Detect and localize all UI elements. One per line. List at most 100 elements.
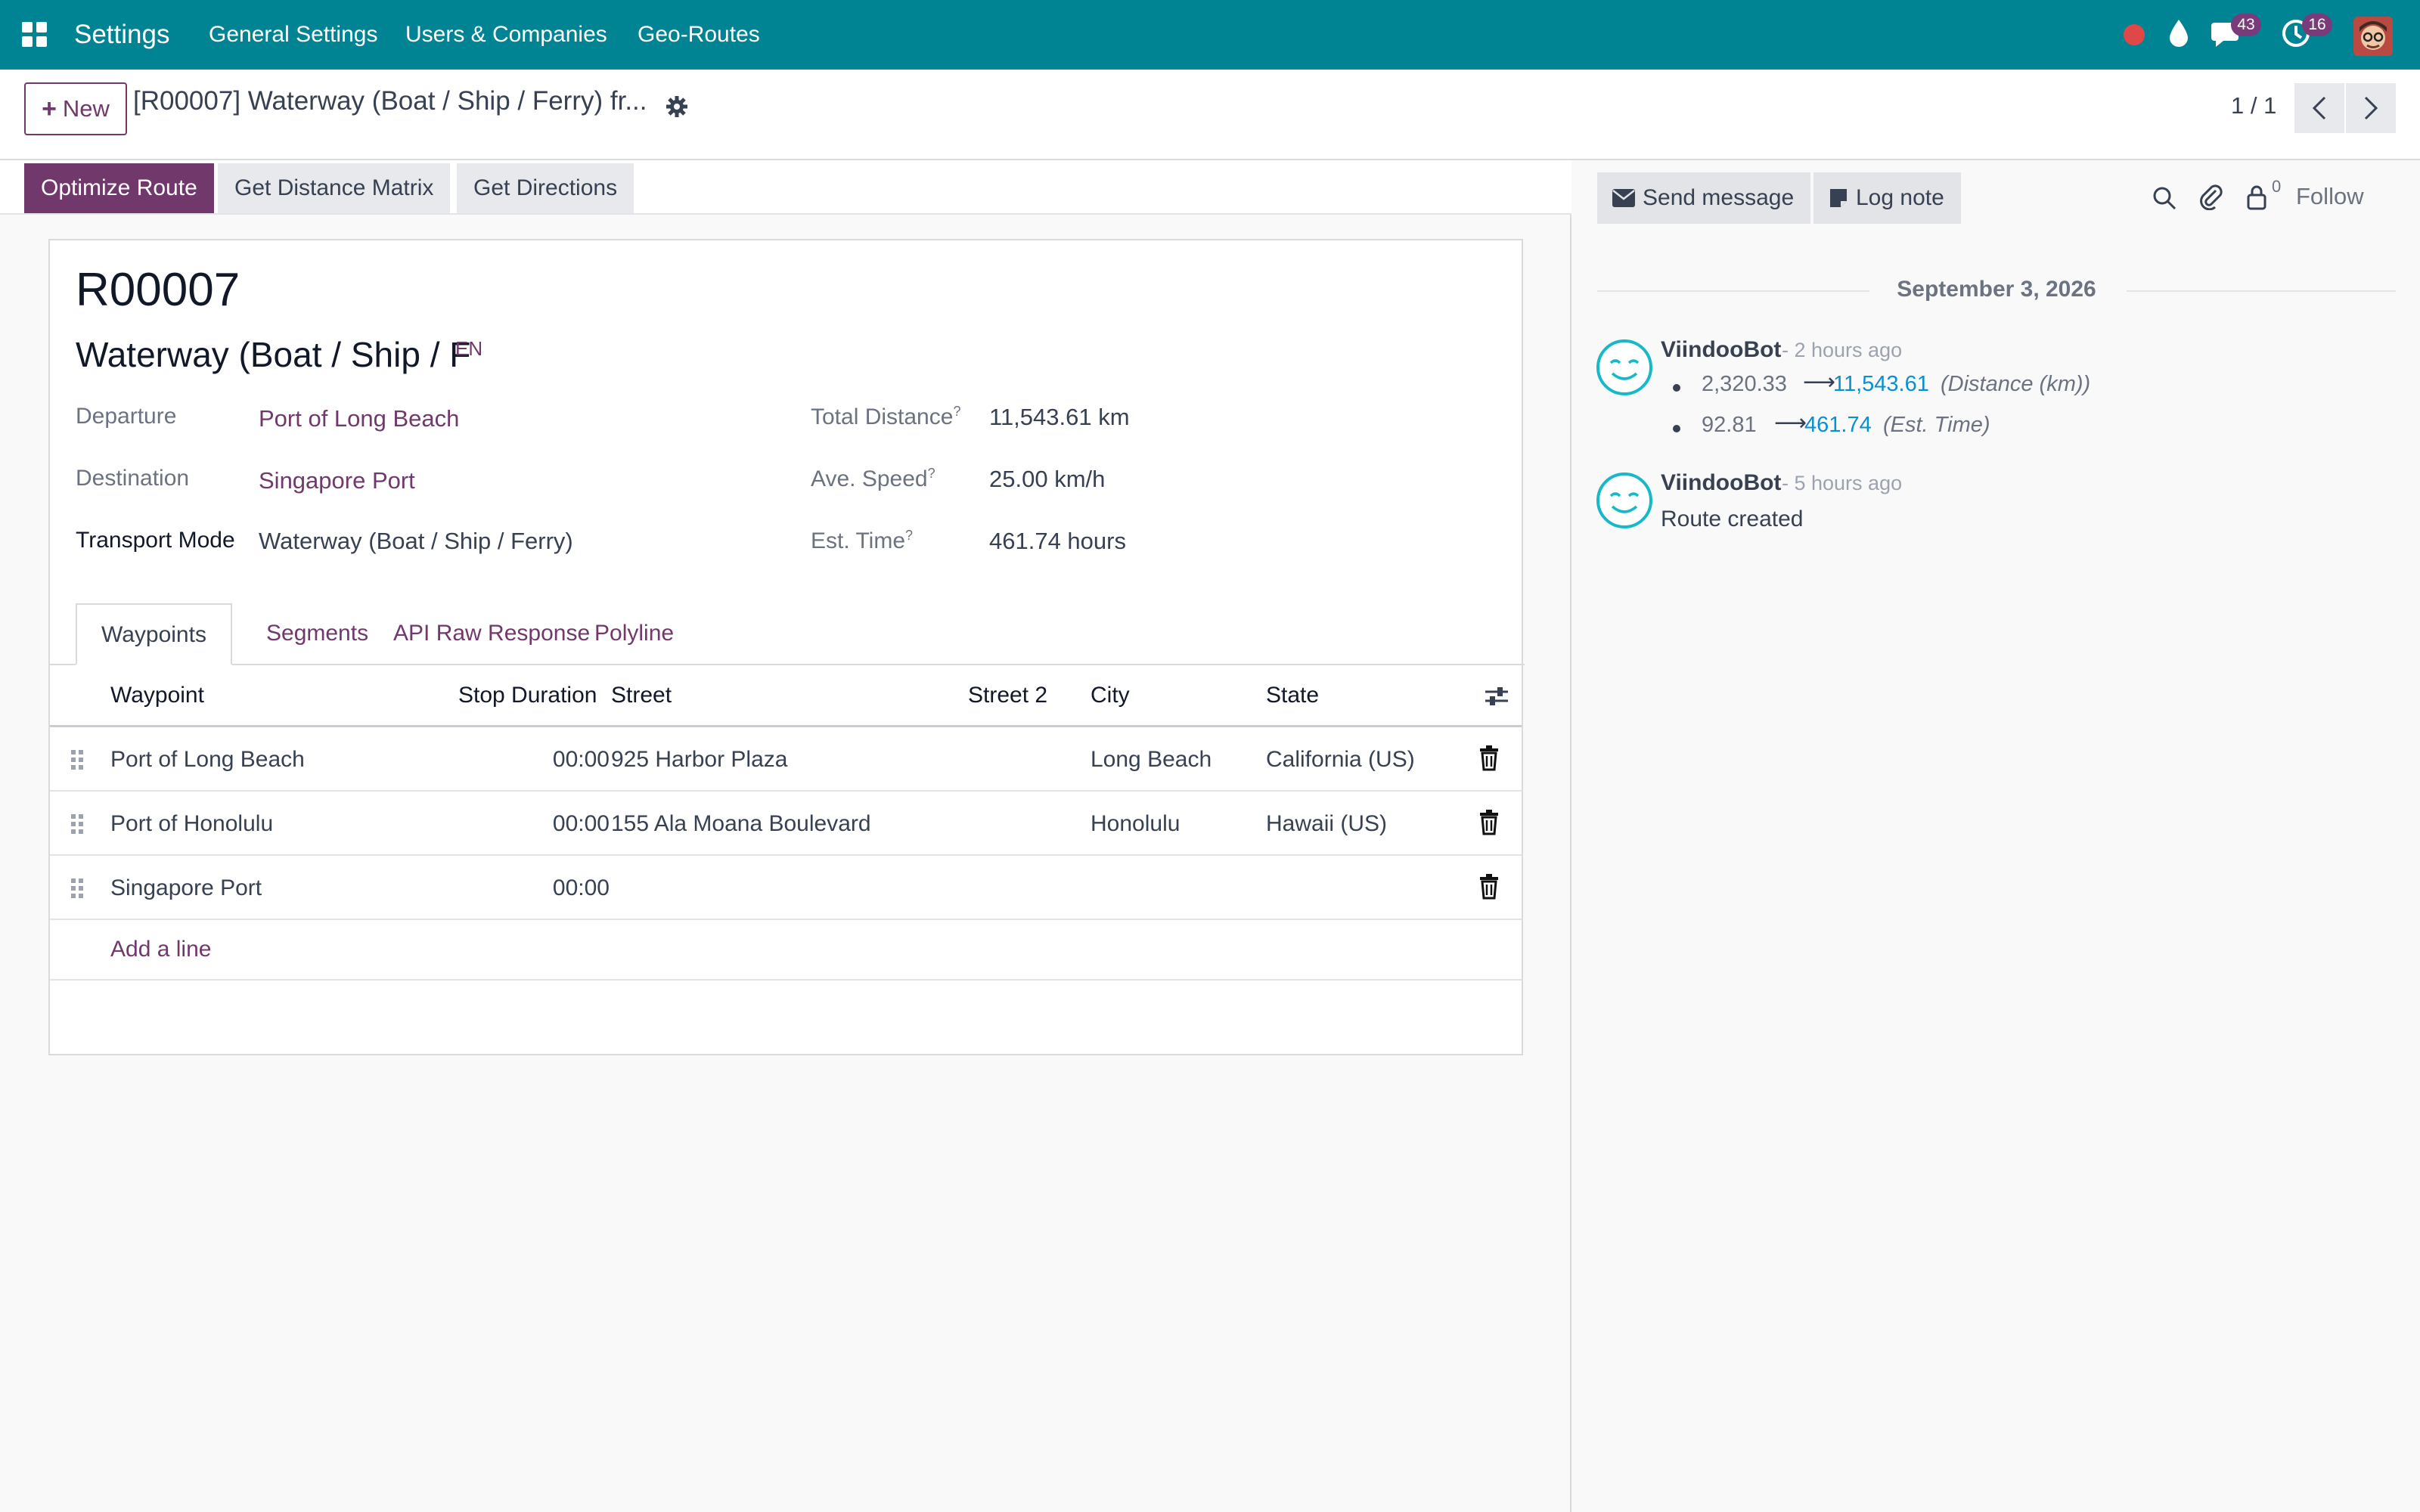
transport-mode-label: Transport Mode <box>76 528 235 553</box>
language-tag[interactable]: EN <box>455 337 482 361</box>
record-title-field[interactable]: Waterway (Boat / Ship / F <box>76 334 470 375</box>
send-message-label: Send message <box>1643 185 1795 210</box>
drag-handle-icon[interactable] <box>70 813 85 835</box>
note-icon <box>1830 189 1847 207</box>
table-row[interactable]: Port of Long Beach 00:00 925 Harbor Plaz… <box>50 727 1522 792</box>
date-separator: September 3, 2026 <box>1597 274 2396 307</box>
change-old-value: 2,320.33 <box>1702 372 1787 396</box>
total-distance-value: 11,543.61 km <box>989 404 1130 430</box>
cell-state[interactable]: Hawaii (US) <box>1266 792 1387 856</box>
drop-icon[interactable] <box>2167 18 2190 52</box>
drag-handle-icon[interactable] <box>70 877 85 900</box>
table-row[interactable]: Port of Honolulu 00:00 155 Ala Moana Bou… <box>50 792 1522 856</box>
destination-label: Destination <box>76 466 190 491</box>
trash-icon[interactable] <box>1479 874 1499 900</box>
column-state[interactable]: State <box>1266 665 1319 726</box>
chatter: Send message Log note 0 Follow September… <box>1573 160 2420 1512</box>
ave-speed-value[interactable]: 25.00 km/h <box>989 466 1105 493</box>
chevron-left-icon <box>2312 96 2326 120</box>
change-new-value: 11,543.61 <box>1833 372 1929 396</box>
trash-icon[interactable] <box>1479 810 1499 835</box>
get-distance-matrix-button[interactable]: Get Distance Matrix <box>218 163 451 213</box>
pager-previous-button[interactable] <box>2294 83 2344 133</box>
bot-avatar <box>1596 472 1652 528</box>
change-new-value: 461.74 <box>1804 413 1872 437</box>
chevron-right-icon <box>2364 96 2378 120</box>
form-statusbar: Optimize Route Get Distance Matrix Get D… <box>0 160 1571 215</box>
menu-geo-routes[interactable]: Geo-Routes <box>638 0 760 70</box>
trash-icon[interactable] <box>1479 745 1499 771</box>
cell-stop-duration[interactable]: 00:00 <box>519 856 610 920</box>
plus-icon: + <box>42 94 57 123</box>
tab-waypoints[interactable]: Waypoints <box>76 603 232 665</box>
paperclip-icon[interactable] <box>2199 183 2223 214</box>
cell-stop-duration[interactable]: 00:00 <box>519 727 610 792</box>
column-city[interactable]: City <box>1091 665 1130 726</box>
list-bullet <box>1673 425 1680 432</box>
message-author[interactable]: ViindooBot <box>1661 337 1781 363</box>
message-body: Route created <box>1661 507 1804 531</box>
cell-city[interactable]: Honolulu <box>1091 792 1180 856</box>
envelope-icon <box>1612 189 1635 207</box>
send-message-button[interactable]: Send message <box>1597 172 1811 224</box>
arrow-right-icon: ⟶ <box>1774 411 1807 435</box>
user-avatar[interactable] <box>2353 17 2393 56</box>
column-stop-duration[interactable]: Stop Duration <box>458 665 597 726</box>
add-a-line-link[interactable]: Add a line <box>110 920 211 979</box>
change-field-name: (Distance (km)) <box>1941 372 2091 396</box>
control-panel: + New [R00007] Waterway (Boat / Ship / F… <box>0 70 2420 160</box>
message-author[interactable]: ViindooBot <box>1661 470 1781 496</box>
recording-dot-icon[interactable] <box>2124 24 2145 45</box>
pager-value[interactable]: 1 / 1 <box>2231 92 2276 119</box>
follow-button[interactable]: Follow <box>2296 183 2364 210</box>
new-button[interactable]: + New <box>24 82 127 135</box>
optimize-route-button[interactable]: Optimize Route <box>24 163 214 213</box>
change-field-name: (Est. Time) <box>1883 413 1990 437</box>
message-timestamp: - 5 hours ago <box>1782 472 1903 494</box>
column-street[interactable]: Street <box>611 665 672 726</box>
date-separator-label: September 3, 2026 <box>1897 277 2096 302</box>
pager-next-button[interactable] <box>2346 83 2396 133</box>
cell-city[interactable]: Long Beach <box>1091 727 1212 792</box>
new-button-label: New <box>62 95 110 122</box>
form-sheet: R00007 Waterway (Boat / Ship / F EN Depa… <box>48 239 1525 1055</box>
search-icon[interactable] <box>2152 186 2176 214</box>
menu-users-companies[interactable]: Users & Companies <box>405 0 607 70</box>
top-navbar: Settings General Settings Users & Compan… <box>0 0 2420 70</box>
total-distance-label: Total Distance? <box>811 404 961 429</box>
log-note-button[interactable]: Log note <box>1813 172 1961 224</box>
app-menu-icon[interactable] <box>21 21 48 48</box>
breadcrumb-title: [R00007] Waterway (Boat / Ship / Ferry) … <box>133 86 647 116</box>
followers-lock-icon[interactable] <box>2246 184 2267 214</box>
table-row[interactable]: Singapore Port 00:00 <box>50 856 1522 920</box>
est-time-value: 461.74 hours <box>989 528 1126 554</box>
menu-general-settings[interactable]: General Settings <box>209 0 377 70</box>
optional-columns-icon[interactable] <box>1484 685 1509 711</box>
cell-state[interactable]: California (US) <box>1266 727 1415 792</box>
cell-waypoint[interactable]: Port of Long Beach <box>110 727 305 792</box>
departure-value[interactable]: Port of Long Beach <box>259 405 459 432</box>
cell-street[interactable]: 155 Ala Moana Boulevard <box>611 792 871 856</box>
column-waypoint[interactable]: Waypoint <box>110 665 204 726</box>
cell-street[interactable]: 925 Harbor Plaza <box>611 727 787 792</box>
gear-icon[interactable] <box>666 95 688 122</box>
app-title[interactable]: Settings <box>74 0 169 70</box>
change-old-value: 92.81 <box>1702 413 1757 437</box>
departure-label: Departure <box>76 404 177 429</box>
column-street-2[interactable]: Street 2 <box>968 665 1047 726</box>
cell-waypoint[interactable]: Singapore Port <box>110 856 262 920</box>
log-note-label: Log note <box>1856 185 1944 210</box>
drag-handle-icon[interactable] <box>70 748 85 771</box>
cell-waypoint[interactable]: Port of Honolulu <box>110 792 273 856</box>
est-time-label: Est. Time? <box>811 528 914 553</box>
list-bullet <box>1673 384 1680 392</box>
destination-value[interactable]: Singapore Port <box>259 467 415 494</box>
cell-stop-duration[interactable]: 00:00 <box>519 792 610 856</box>
arrow-right-icon: ⟶ <box>1803 370 1836 395</box>
get-directions-button[interactable]: Get Directions <box>457 163 634 213</box>
transport-mode-value[interactable]: Waterway (Boat / Ship / Ferry) <box>259 528 573 555</box>
activities-badge: 16 <box>2302 14 2332 36</box>
record-name: R00007 <box>76 264 240 316</box>
bot-avatar <box>1596 339 1652 395</box>
tab-polyline[interactable]: Polyline <box>570 603 698 665</box>
